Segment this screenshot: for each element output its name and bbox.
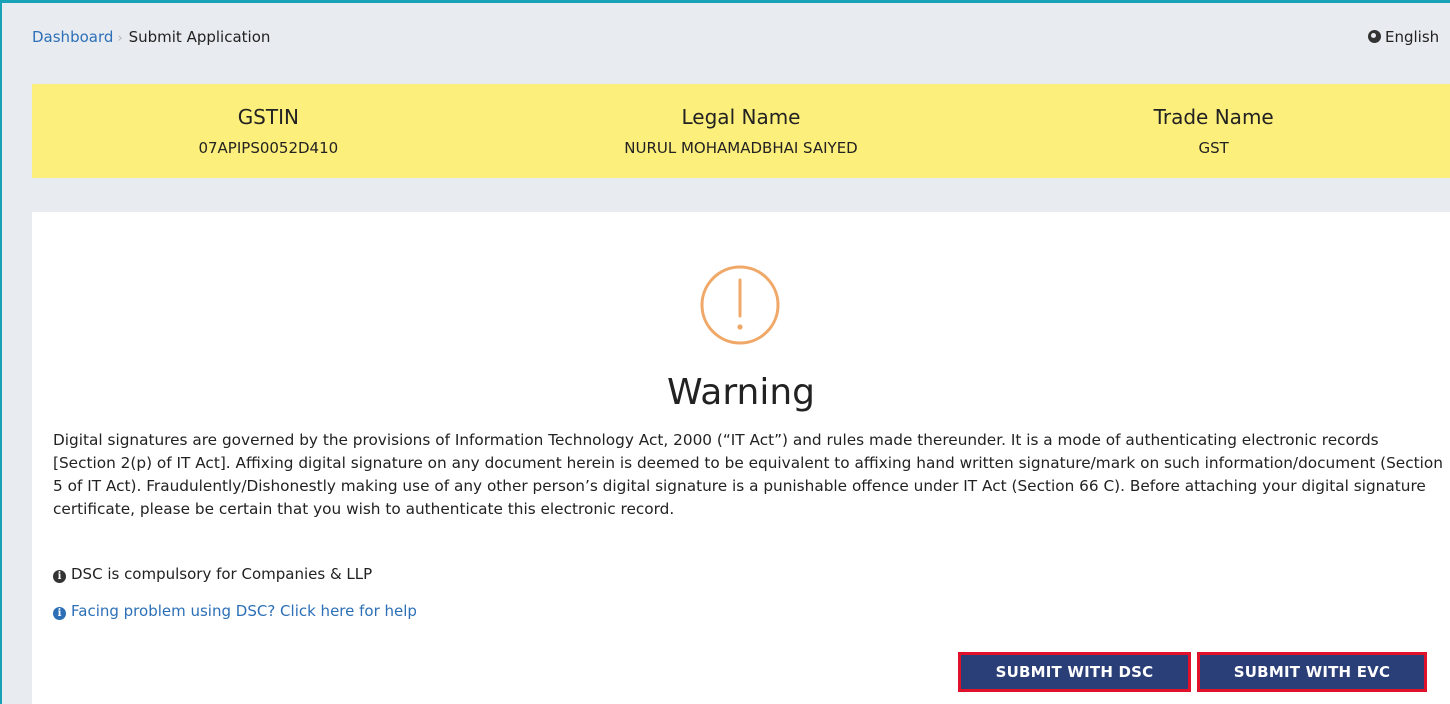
warning-title: Warning xyxy=(666,372,815,413)
submit-with-dsc-button[interactable]: SUBMIT WITH DSC xyxy=(958,652,1191,692)
trade-name-column: Trade Name GST xyxy=(977,84,1450,178)
legal-name-label: Legal Name xyxy=(681,105,801,129)
exclamation-circle-icon xyxy=(700,265,780,345)
gstin-value: 07APIPS0052D410 xyxy=(198,139,339,157)
trade-name-value: GST xyxy=(1198,139,1229,157)
dsc-compulsory-note: i DSC is compulsory for Companies & LLP xyxy=(53,565,372,583)
breadcrumb-separator: › xyxy=(117,31,123,46)
info-icon: i xyxy=(53,570,66,583)
trade-name-label: Trade Name xyxy=(1153,105,1274,129)
left-border xyxy=(0,0,2,704)
globe-icon xyxy=(1368,30,1381,43)
dsc-compulsory-text: DSC is compulsory for Companies & LLP xyxy=(71,565,373,583)
dsc-help-link[interactable]: i Facing problem using DSC? Click here fo… xyxy=(53,602,417,620)
taxpayer-info-band: GSTIN 07APIPS0052D410 Legal Name NURUL M… xyxy=(32,84,1450,178)
dsc-help-text: Facing problem using DSC? Click here for… xyxy=(71,602,417,620)
language-selector[interactable]: English xyxy=(1368,28,1450,46)
breadcrumb-dashboard-link[interactable]: Dashboard xyxy=(32,28,113,46)
breadcrumb: Dashboard › Submit Application xyxy=(32,28,1450,50)
warning-card: Warning Digital signatures are governed … xyxy=(32,212,1450,704)
info-icon: i xyxy=(53,607,66,620)
legal-name-column: Legal Name NURUL MOHAMADBHAI SAIYED xyxy=(505,84,978,178)
language-label: English xyxy=(1385,28,1440,46)
top-border xyxy=(0,0,1450,3)
submit-with-evc-button[interactable]: SUBMIT WITH EVC xyxy=(1197,652,1427,692)
legal-name-value: NURUL MOHAMADBHAI SAIYED xyxy=(624,139,858,157)
warning-text: Digital signatures are governed by the p… xyxy=(53,431,1443,518)
gstin-column: GSTIN 07APIPS0052D410 xyxy=(32,84,505,178)
breadcrumb-current: Submit Application xyxy=(128,28,271,46)
gstin-label: GSTIN xyxy=(237,105,299,129)
